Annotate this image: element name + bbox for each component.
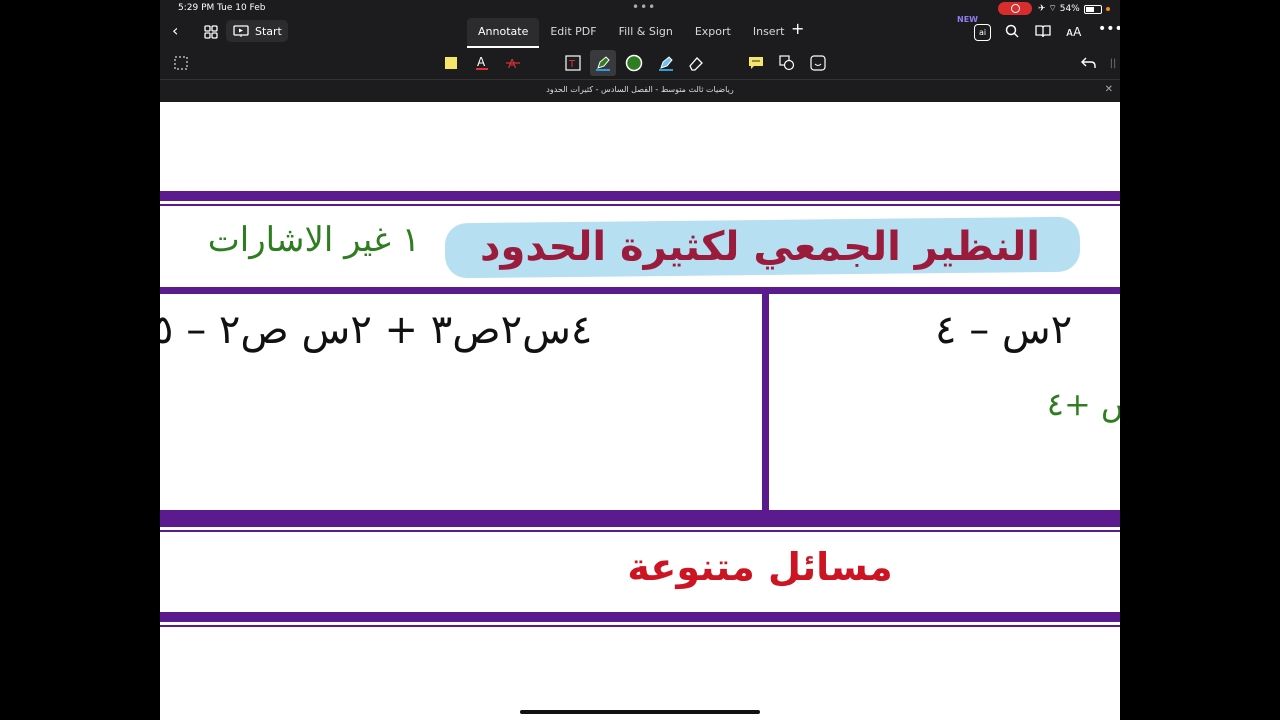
start-presentation-button[interactable]: Start (226, 20, 288, 42)
ipad-screen: 5:29 PM Tue 10 Feb ••• ✈ ⌔ 54% ‹ Start A… (160, 0, 1120, 720)
top-bar: ‹ Start Annotate Edit PDF Fill & Sign Ex… (160, 15, 1120, 48)
pen-icon[interactable] (590, 50, 616, 76)
shapes-icon[interactable] (777, 53, 797, 73)
new-badge: NEW (957, 15, 978, 24)
mode-tabs: Annotate Edit PDF Fill & Sign Export Ins… (467, 18, 795, 48)
back-icon[interactable]: ‹ (172, 23, 178, 39)
divider-band (160, 510, 1120, 527)
polynomial-expression: ٤س٢ص٣ + ٢س ص٢ – ٥ (160, 307, 593, 353)
marker-icon[interactable] (656, 53, 676, 73)
book-view-icon[interactable] (1035, 24, 1051, 41)
divider-band (160, 612, 1120, 622)
pdf-page[interactable]: النظير الجمعي لكثيرة الحدود ١ غير الاشار… (160, 102, 1120, 720)
close-icon[interactable]: ✕ (1105, 84, 1113, 95)
svg-text:T: T (568, 59, 576, 70)
annotation-toolbar: A A T || (160, 48, 1120, 79)
text-color-icon[interactable]: A (472, 53, 492, 73)
presentation-icon (233, 24, 249, 37)
home-indicator[interactable] (520, 710, 760, 714)
strikethrough-icon[interactable]: A (503, 53, 523, 73)
mic-indicator-icon (1106, 7, 1110, 11)
polynomial-expression: ٢س – ٤ (935, 307, 1073, 353)
status-date: Tue 10 Feb (217, 3, 266, 13)
text-size-icon[interactable]: ᴀA (1066, 25, 1081, 39)
highlighter-yellow-icon[interactable] (441, 53, 461, 73)
column-divider (762, 294, 769, 510)
battery-icon (1084, 5, 1102, 14)
start-label: Start (255, 24, 282, 38)
tab-fill-sign[interactable]: Fill & Sign (608, 18, 684, 48)
document-title-bar: رياضيات ثالث متوسط - الفصل السادس - كثير… (160, 79, 1120, 103)
ai-assistant-icon[interactable]: ai (974, 24, 991, 41)
eraser-icon[interactable] (686, 53, 706, 73)
grid-icon[interactable] (204, 25, 218, 42)
page-heading: النظير الجمعي لكثيرة الحدود (480, 224, 1040, 270)
sticker-icon[interactable] (808, 53, 828, 73)
tab-insert[interactable]: Insert (742, 18, 796, 48)
add-tab-icon[interactable]: + (791, 21, 804, 37)
comment-icon[interactable] (746, 53, 766, 73)
divider-line (160, 204, 1120, 206)
multitask-dots-icon[interactable]: ••• (632, 0, 656, 14)
section-heading: مسائل متنوعة (627, 545, 893, 589)
more-icon[interactable]: ••• (1098, 22, 1120, 36)
status-time: 5:29 PM (178, 3, 215, 13)
tab-export[interactable]: Export (684, 18, 742, 48)
divider-band (160, 287, 1120, 294)
search-icon[interactable] (1005, 24, 1019, 41)
screen-record-icon[interactable] (998, 2, 1032, 15)
handwritten-answer[interactable]: س +٤ (990, 385, 1120, 423)
divider-band (160, 191, 1120, 201)
divider-line (160, 625, 1120, 627)
text-box-icon[interactable]: T (563, 53, 583, 73)
tab-edit-pdf[interactable]: Edit PDF (539, 18, 607, 48)
undo-icon[interactable] (1079, 53, 1099, 73)
toolbar-handle-icon[interactable]: || (1103, 53, 1120, 73)
svg-text:A: A (477, 55, 486, 69)
select-icon[interactable] (171, 53, 191, 73)
tab-annotate[interactable]: Annotate (467, 18, 540, 48)
color-green-icon[interactable] (624, 53, 644, 73)
divider-line (160, 530, 1120, 532)
handwritten-note[interactable]: ١ غير الاشارات (160, 220, 420, 260)
battery-percent: ✈ ⌔ 54% (1038, 4, 1080, 14)
document-title: رياضيات ثالث متوسط - الفصل السادس - كثير… (546, 85, 734, 94)
